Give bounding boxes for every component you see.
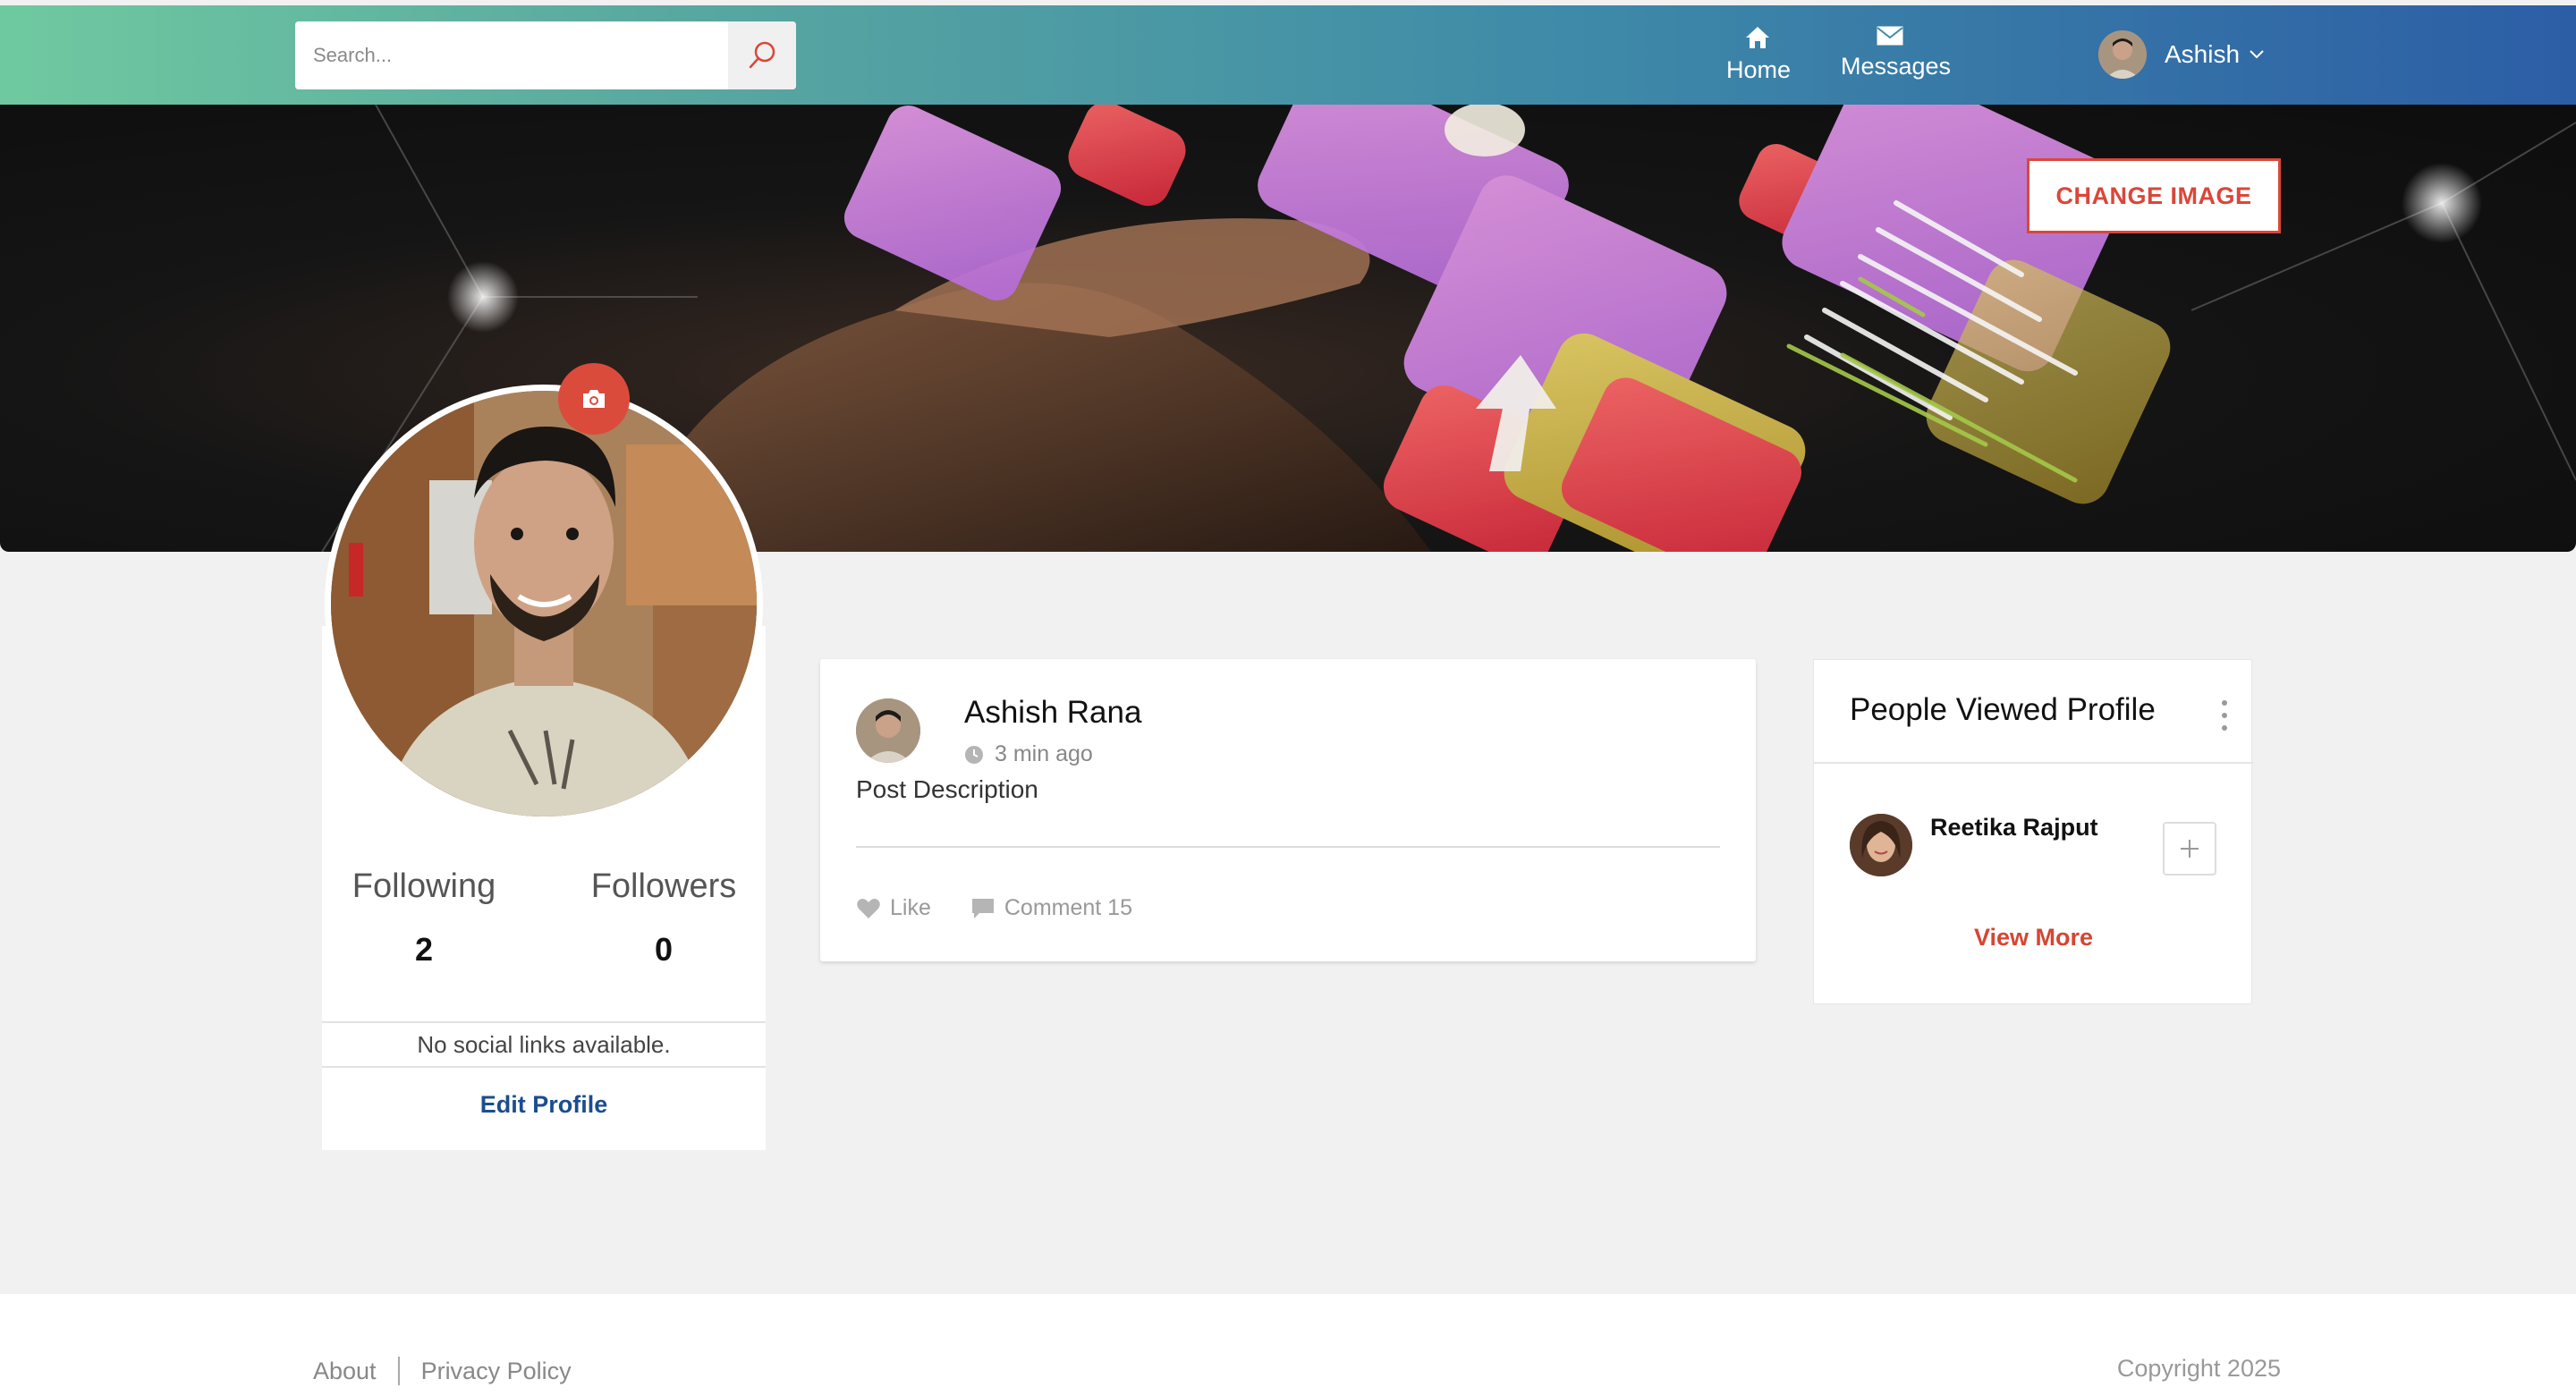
clock-icon xyxy=(965,745,983,764)
people-viewed-title: People Viewed Profile xyxy=(1850,692,2156,727)
like-label: Like xyxy=(890,895,931,920)
camera-icon xyxy=(583,390,605,408)
footer-link-privacy[interactable]: Privacy Policy xyxy=(421,1358,572,1385)
search-button[interactable] xyxy=(728,21,796,89)
user-name: Ashish xyxy=(2165,40,2241,68)
plus-icon xyxy=(2181,840,2199,858)
user-menu[interactable]: Ashish xyxy=(2098,30,2265,79)
following-label: Following xyxy=(352,867,496,905)
footer-separator xyxy=(397,1357,400,1385)
nav-home[interactable]: Home xyxy=(1726,25,1792,84)
comment-icon xyxy=(971,898,994,918)
home-icon xyxy=(1746,27,1769,48)
followers-count: 0 xyxy=(654,931,674,968)
chevron-down-icon xyxy=(2250,50,2264,59)
comment-button[interactable]: Comment 15 xyxy=(970,895,1132,921)
comment-label: Comment 15 xyxy=(1004,895,1132,920)
post-card: Ashish Rana 3 min ago Post Description L… xyxy=(820,659,1756,961)
like-button[interactable]: Like xyxy=(856,895,931,921)
follow-viewer-button[interactable] xyxy=(2163,822,2216,876)
post-actions: Like Comment 15 xyxy=(856,895,1172,921)
profile-card: Following 2 Followers 0 No social links … xyxy=(322,363,766,1150)
top-navbar: Home Messages Ashish xyxy=(0,5,2576,105)
more-options-icon[interactable] xyxy=(2216,698,2233,733)
search-icon xyxy=(749,41,775,69)
viewer-avatar[interactable] xyxy=(1850,814,1912,876)
post-divider xyxy=(856,846,1720,848)
change-avatar-button[interactable] xyxy=(558,363,630,435)
search-input[interactable] xyxy=(295,21,729,89)
footer-link-about[interactable]: About xyxy=(313,1358,377,1385)
followers-label: Followers xyxy=(590,867,737,905)
edit-profile-link[interactable]: Edit Profile xyxy=(322,1091,766,1119)
people-viewed-card: People Viewed Profile Reetika Rajput Vie… xyxy=(1813,659,2253,1004)
profile-stats: Following 2 Followers 0 xyxy=(322,867,766,969)
post-time-text: 3 min ago xyxy=(995,741,1093,766)
nav-messages[interactable]: Messages xyxy=(1841,25,1952,80)
post-author-name[interactable]: Ashish Rana xyxy=(964,695,1141,731)
copyright-text: Copyright 2025 xyxy=(2116,1355,2281,1382)
post-author-avatar[interactable] xyxy=(856,698,920,763)
change-image-button[interactable]: CHANGE IMAGE xyxy=(2027,158,2281,233)
nav-messages-label: Messages xyxy=(1841,53,1952,80)
user-avatar xyxy=(2098,30,2147,79)
social-links: No social links available. xyxy=(322,1021,766,1068)
following-stat[interactable]: Following 2 xyxy=(335,867,513,969)
people-viewed-header: People Viewed Profile xyxy=(1814,660,2253,764)
post-description: Post Description xyxy=(856,775,1038,803)
viewer-name[interactable]: Reetika Rajput xyxy=(1930,814,2098,842)
following-count: 2 xyxy=(414,931,434,968)
envelope-icon xyxy=(1877,26,1903,46)
followers-stat[interactable]: Followers 0 xyxy=(574,867,753,969)
search-box xyxy=(295,21,796,89)
footer-links: About Privacy Policy xyxy=(313,1357,572,1385)
footer: About Privacy Policy Copyright 2025 xyxy=(0,1294,2576,1396)
profile-avatar xyxy=(325,385,763,823)
post-timestamp: 3 min ago xyxy=(964,741,1093,767)
nav-home-label: Home xyxy=(1726,56,1792,83)
heart-icon xyxy=(857,898,880,918)
view-more-link[interactable]: View More xyxy=(1814,924,2253,952)
